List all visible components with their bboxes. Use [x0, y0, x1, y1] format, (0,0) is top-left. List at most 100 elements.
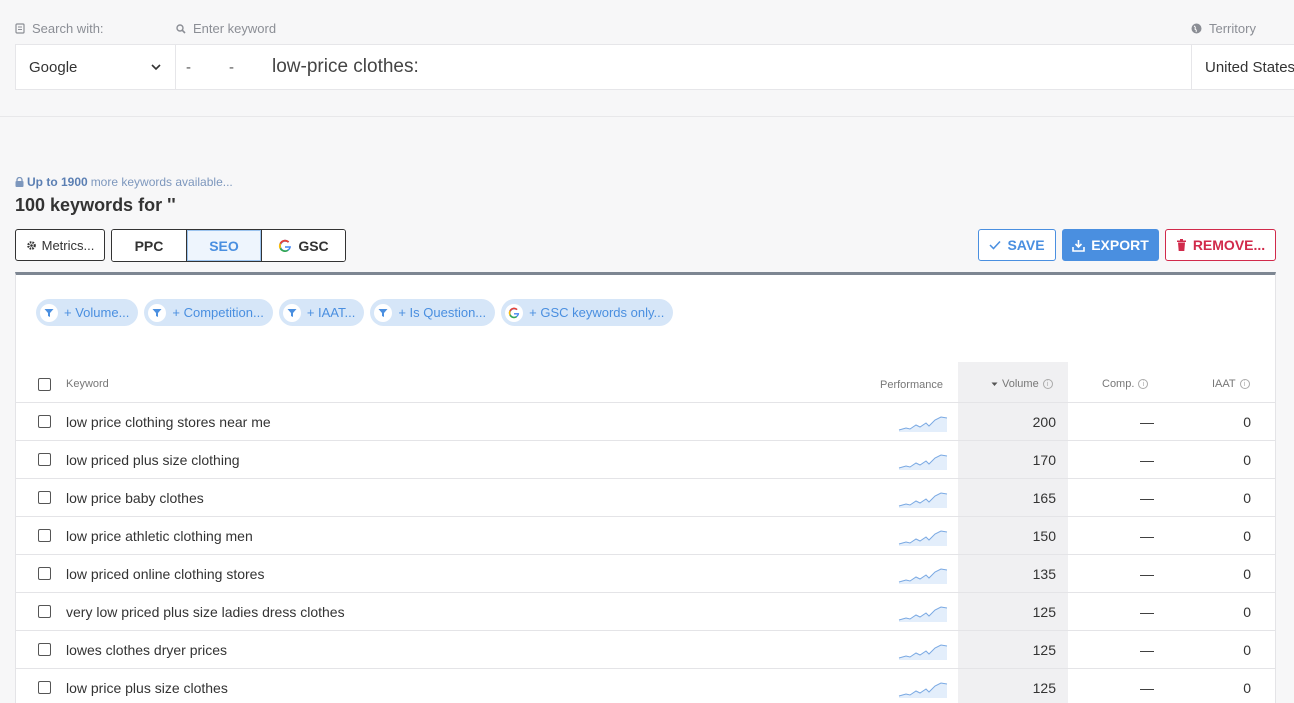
table-row[interactable]: very low priced plus size ladies dress c…	[16, 593, 1275, 631]
engine-value: Google	[29, 58, 78, 76]
header-volume[interactable]: Volume i	[991, 378, 1053, 390]
mode-segmented-control: PPC SEO GSC	[111, 229, 346, 262]
prefix-dash[interactable]: -	[186, 59, 191, 76]
comp-cell: —	[1140, 528, 1154, 544]
export-button[interactable]: EXPORT	[1062, 229, 1159, 261]
territory-select[interactable]: United States	[1192, 45, 1294, 89]
keyword-cell[interactable]: lowes clothes dryer prices	[66, 642, 227, 658]
header-iaat[interactable]: IAAT i	[1212, 378, 1250, 390]
remove-button[interactable]: REMOVE...	[1165, 229, 1276, 261]
filter-icon	[282, 303, 301, 322]
iaat-cell: 0	[1243, 642, 1251, 658]
save-button[interactable]: SAVE	[978, 229, 1056, 261]
header-keyword[interactable]: Keyword	[66, 378, 109, 390]
comp-cell: —	[1140, 452, 1154, 468]
comp-cell: —	[1140, 680, 1154, 696]
query-text[interactable]: low-price clothes:	[272, 56, 419, 78]
table-header: Keyword Performance Volume i Comp. i IAA…	[16, 365, 1275, 403]
engine-select[interactable]: Google	[16, 45, 176, 89]
header-comp[interactable]: Comp. i	[1102, 378, 1149, 390]
info-icon[interactable]: i	[1138, 379, 1149, 389]
database-icon	[15, 23, 25, 34]
table-row[interactable]: low priced online clothing stores 135 — 0	[16, 555, 1275, 593]
tab-ppc[interactable]: PPC	[112, 230, 187, 261]
trash-icon	[1176, 239, 1186, 251]
download-icon	[1072, 239, 1086, 252]
google-icon	[279, 239, 292, 252]
google-icon	[505, 303, 524, 322]
performance-sparkline	[898, 412, 948, 435]
suffix-dash[interactable]: -	[229, 59, 234, 76]
performance-sparkline	[898, 640, 948, 663]
filter-icon	[148, 303, 167, 322]
row-checkbox[interactable]	[38, 491, 51, 504]
availability-count: Up to 1900	[27, 175, 88, 189]
row-checkbox[interactable]	[38, 643, 51, 656]
volume-cell: 150	[1032, 528, 1056, 544]
performance-sparkline	[898, 602, 948, 625]
sort-desc-icon	[991, 382, 998, 386]
keyword-cell[interactable]: low price athletic clothing men	[66, 528, 253, 544]
comp-cell: —	[1140, 566, 1154, 582]
iaat-cell: 0	[1243, 566, 1251, 582]
iaat-cell: 0	[1243, 490, 1251, 506]
comp-cell: —	[1140, 642, 1154, 658]
keyword-cell[interactable]: very low priced plus size ladies dress c…	[66, 604, 345, 620]
lock-icon	[15, 177, 24, 187]
keyword-cell[interactable]: low priced plus size clothing	[66, 452, 240, 468]
header-performance: Performance	[880, 379, 943, 391]
comp-cell: —	[1140, 490, 1154, 506]
row-checkbox[interactable]	[38, 529, 51, 542]
iaat-cell: 0	[1243, 680, 1251, 696]
iaat-cell: 0	[1243, 528, 1251, 544]
filter-chip-volume[interactable]: + Volume...	[36, 299, 139, 326]
iaat-cell: 0	[1243, 452, 1251, 468]
performance-sparkline	[898, 450, 948, 473]
volume-cell: 125	[1032, 642, 1056, 658]
keyword-cell[interactable]: low price clothing stores near me	[66, 414, 271, 430]
metrics-button[interactable]: Metrics...	[15, 229, 105, 261]
row-checkbox[interactable]	[38, 453, 51, 466]
volume-cell: 125	[1032, 680, 1056, 696]
row-checkbox[interactable]	[38, 681, 51, 694]
territory-label: Territory	[1191, 21, 1256, 36]
tab-gsc[interactable]: GSC	[261, 230, 345, 261]
filter-chip-gsc-only[interactable]: + GSC keywords only...	[501, 299, 674, 326]
tab-seo[interactable]: SEO	[187, 230, 261, 261]
search-icon	[176, 23, 186, 34]
table-row[interactable]: low price baby clothes 165 — 0	[16, 479, 1275, 517]
performance-sparkline	[898, 678, 948, 701]
performance-sparkline	[898, 564, 948, 587]
table-row[interactable]: low price plus size clothes 125 — 0	[16, 669, 1275, 703]
table-row[interactable]: lowes clothes dryer prices 125 — 0	[16, 631, 1275, 669]
table-row[interactable]: low price athletic clothing men 150 — 0	[16, 517, 1275, 555]
row-checkbox[interactable]	[38, 415, 51, 428]
availability-notice[interactable]: Up to 1900 more keywords available...	[15, 175, 233, 189]
volume-cell: 125	[1032, 604, 1056, 620]
keyword-cell[interactable]: low price plus size clothes	[66, 680, 228, 696]
check-icon	[989, 240, 1002, 250]
keyword-cell[interactable]: low price baby clothes	[66, 490, 204, 506]
page-title: 100 keywords for ''	[15, 195, 176, 215]
row-checkbox[interactable]	[38, 567, 51, 580]
performance-sparkline	[898, 526, 948, 549]
table-row[interactable]: low priced plus size clothing 170 — 0	[16, 441, 1275, 479]
filter-chip-iaat[interactable]: + IAAT...	[278, 299, 365, 326]
gear-icon	[26, 240, 36, 250]
comp-cell: —	[1140, 604, 1154, 620]
performance-sparkline	[898, 488, 948, 511]
table-row[interactable]: low price clothing stores near me 200 — 0	[16, 403, 1275, 441]
keyword-label: Enter keyword	[176, 21, 276, 36]
search-bar: Search with: Enter keyword Territory Goo…	[0, 0, 1294, 117]
chevron-down-icon	[151, 63, 161, 70]
select-all-checkbox[interactable]	[38, 378, 51, 391]
keyword-cell[interactable]: low priced online clothing stores	[66, 566, 264, 582]
info-icon[interactable]: i	[1239, 379, 1250, 389]
keywords-panel: + Volume... + Competition... + IAAT... +…	[15, 272, 1276, 703]
keyword-input[interactable]: - - low-price clothes:	[176, 45, 1192, 89]
info-icon[interactable]: i	[1042, 379, 1053, 389]
row-checkbox[interactable]	[38, 605, 51, 618]
volume-cell: 135	[1032, 566, 1056, 582]
filter-chip-competition[interactable]: + Competition...	[144, 299, 273, 326]
filter-chip-is-question[interactable]: + Is Question...	[370, 299, 496, 326]
